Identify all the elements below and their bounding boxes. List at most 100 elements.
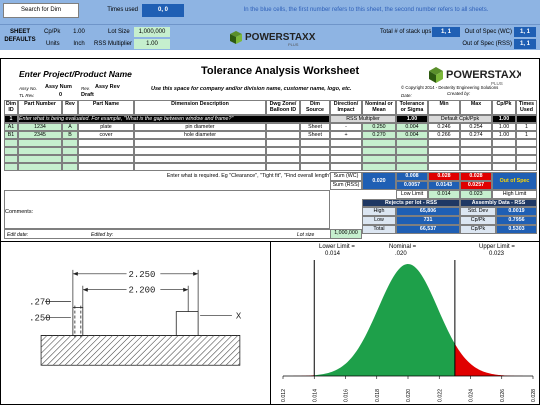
cell-part-name[interactable]: plate bbox=[78, 123, 134, 131]
empty-cell-times-used[interactable] bbox=[516, 147, 537, 155]
empty-cell-cpk[interactable] bbox=[492, 139, 516, 147]
cell-part-name[interactable]: cover bbox=[78, 131, 134, 139]
empty-cell-part-name[interactable] bbox=[78, 155, 134, 163]
empty-cell-cpk[interactable] bbox=[492, 147, 516, 155]
cell-dim-id[interactable]: A1 bbox=[4, 123, 18, 131]
cell-rev[interactable]: A bbox=[62, 123, 78, 131]
requirement-field[interactable]: Enter what is required. Eg "Clearance", … bbox=[129, 173, 331, 179]
empty-cell-dim-id[interactable] bbox=[4, 147, 18, 155]
cell-dim-desc[interactable]: pin diameter bbox=[134, 123, 266, 131]
cell-tolerance[interactable]: 0.004 bbox=[396, 123, 428, 131]
rss-multiplier-default-input[interactable]: 1.00 bbox=[134, 39, 170, 49]
project-name-field[interactable]: Enter Project/Product Name bbox=[19, 69, 132, 79]
empty-cell-max[interactable] bbox=[460, 147, 492, 155]
empty-cell-dim-source[interactable] bbox=[300, 163, 330, 171]
cell-dwg-zone[interactable] bbox=[266, 131, 300, 139]
empty-cell-rev[interactable] bbox=[62, 155, 78, 163]
cell-min[interactable]: 0.246 bbox=[428, 123, 460, 131]
lot-size-default-input[interactable]: 1,000,000 bbox=[134, 27, 170, 37]
empty-cell-times-used[interactable] bbox=[516, 139, 537, 147]
empty-cell-rev[interactable] bbox=[62, 139, 78, 147]
units-select[interactable]: Inch bbox=[66, 39, 92, 49]
cell-min[interactable]: 0.266 bbox=[428, 131, 460, 139]
empty-cell-dim-desc[interactable] bbox=[134, 147, 266, 155]
empty-cell-cpk[interactable] bbox=[492, 155, 516, 163]
empty-cell-dim-id[interactable] bbox=[4, 155, 18, 163]
empty-cell-min[interactable] bbox=[428, 139, 460, 147]
empty-cell-dim-desc[interactable] bbox=[134, 139, 266, 147]
empty-cell-times-used[interactable] bbox=[516, 155, 537, 163]
empty-cell-tolerance[interactable] bbox=[396, 139, 428, 147]
empty-cell-cpk[interactable] bbox=[492, 163, 516, 171]
empty-cell-dwg-zone[interactable] bbox=[266, 155, 300, 163]
cell-max[interactable]: 0.254 bbox=[460, 123, 492, 131]
empty-cell-direction[interactable] bbox=[330, 163, 362, 171]
cell-direction[interactable]: + bbox=[330, 131, 362, 139]
cell-direction[interactable]: - bbox=[330, 123, 362, 131]
empty-cell-max[interactable] bbox=[460, 139, 492, 147]
lot-size-footer-value[interactable]: 1,000,000 bbox=[330, 229, 362, 239]
empty-cell-dim-id[interactable] bbox=[4, 139, 18, 147]
cell-nominal[interactable]: 0.250 bbox=[362, 123, 396, 131]
empty-cell-rev[interactable] bbox=[62, 163, 78, 171]
cell-nominal[interactable]: 0.270 bbox=[362, 131, 396, 139]
empty-cell-min[interactable] bbox=[428, 155, 460, 163]
empty-cell-nominal[interactable] bbox=[362, 155, 396, 163]
empty-cell-rev[interactable] bbox=[62, 147, 78, 155]
empty-cell-nominal[interactable] bbox=[362, 139, 396, 147]
cell-dim-id[interactable]: B1 bbox=[4, 131, 18, 139]
cell-dim-desc[interactable]: hole diameter bbox=[134, 131, 266, 139]
empty-cell-times-used[interactable] bbox=[516, 163, 537, 171]
edit-date-input[interactable] bbox=[41, 230, 85, 238]
empty-cell-part-name[interactable] bbox=[78, 163, 134, 171]
empty-cell-dwg-zone[interactable] bbox=[266, 139, 300, 147]
default-cpk-value[interactable]: 1.00 bbox=[492, 115, 516, 123]
cell-times-used[interactable]: 1 bbox=[516, 123, 537, 131]
cell-part-number[interactable]: 2345 bbox=[18, 131, 62, 139]
cell-times-used[interactable]: 1 bbox=[516, 131, 537, 139]
cell-part-number[interactable]: 1234 bbox=[18, 123, 62, 131]
empty-cell-direction[interactable] bbox=[330, 147, 362, 155]
empty-cell-dim-id[interactable] bbox=[4, 163, 18, 171]
empty-cell-dwg-zone[interactable] bbox=[266, 147, 300, 155]
empty-cell-dim-source[interactable] bbox=[300, 155, 330, 163]
cell-cpk[interactable]: 1.00 bbox=[492, 131, 516, 139]
empty-cell-tolerance[interactable] bbox=[396, 155, 428, 163]
empty-cell-min[interactable] bbox=[428, 163, 460, 171]
assy-rev-field[interactable]: Assy Rev bbox=[95, 84, 120, 90]
empty-cell-max[interactable] bbox=[460, 155, 492, 163]
empty-cell-nominal[interactable] bbox=[362, 147, 396, 155]
assy-num-field[interactable]: Assy Num bbox=[45, 84, 72, 90]
cell-cpk[interactable]: 1.00 bbox=[492, 123, 516, 131]
cell-rev[interactable]: B bbox=[62, 131, 78, 139]
empty-cell-direction[interactable] bbox=[330, 139, 362, 147]
low-limit-input[interactable]: 0.014 bbox=[428, 190, 460, 199]
cell-dim-source[interactable]: Sheet bbox=[300, 123, 330, 131]
empty-cell-part-name[interactable] bbox=[78, 147, 134, 155]
empty-cell-part-number[interactable] bbox=[18, 163, 62, 171]
cell-tolerance[interactable]: 0.004 bbox=[396, 131, 428, 139]
empty-cell-direction[interactable] bbox=[330, 155, 362, 163]
empty-cell-tolerance[interactable] bbox=[396, 147, 428, 155]
cp-pk-default-input[interactable]: 1.00 bbox=[66, 27, 92, 37]
empty-cell-tolerance[interactable] bbox=[396, 163, 428, 171]
rss-multiplier-row-value[interactable]: 1.00 bbox=[396, 115, 428, 123]
search-for-dim-button[interactable]: Search for Dim bbox=[3, 3, 79, 18]
empty-cell-dwg-zone[interactable] bbox=[266, 163, 300, 171]
empty-cell-dim-desc[interactable] bbox=[134, 155, 266, 163]
high-limit-input[interactable]: 0.023 bbox=[460, 190, 492, 199]
empty-cell-part-name[interactable] bbox=[78, 139, 134, 147]
empty-cell-nominal[interactable] bbox=[362, 163, 396, 171]
empty-cell-part-number[interactable] bbox=[18, 147, 62, 155]
empty-cell-part-number[interactable] bbox=[18, 139, 62, 147]
empty-cell-dim-source[interactable] bbox=[300, 139, 330, 147]
empty-cell-dim-desc[interactable] bbox=[134, 163, 266, 171]
cell-max[interactable]: 0.274 bbox=[460, 131, 492, 139]
empty-cell-dim-source[interactable] bbox=[300, 147, 330, 155]
edited-by-input[interactable] bbox=[131, 230, 291, 238]
comments-box[interactable] bbox=[4, 190, 330, 229]
empty-cell-part-number[interactable] bbox=[18, 155, 62, 163]
company-info-field[interactable]: Use this space for company and/or divisi… bbox=[151, 86, 352, 92]
empty-cell-max[interactable] bbox=[460, 163, 492, 171]
cell-dwg-zone[interactable] bbox=[266, 123, 300, 131]
